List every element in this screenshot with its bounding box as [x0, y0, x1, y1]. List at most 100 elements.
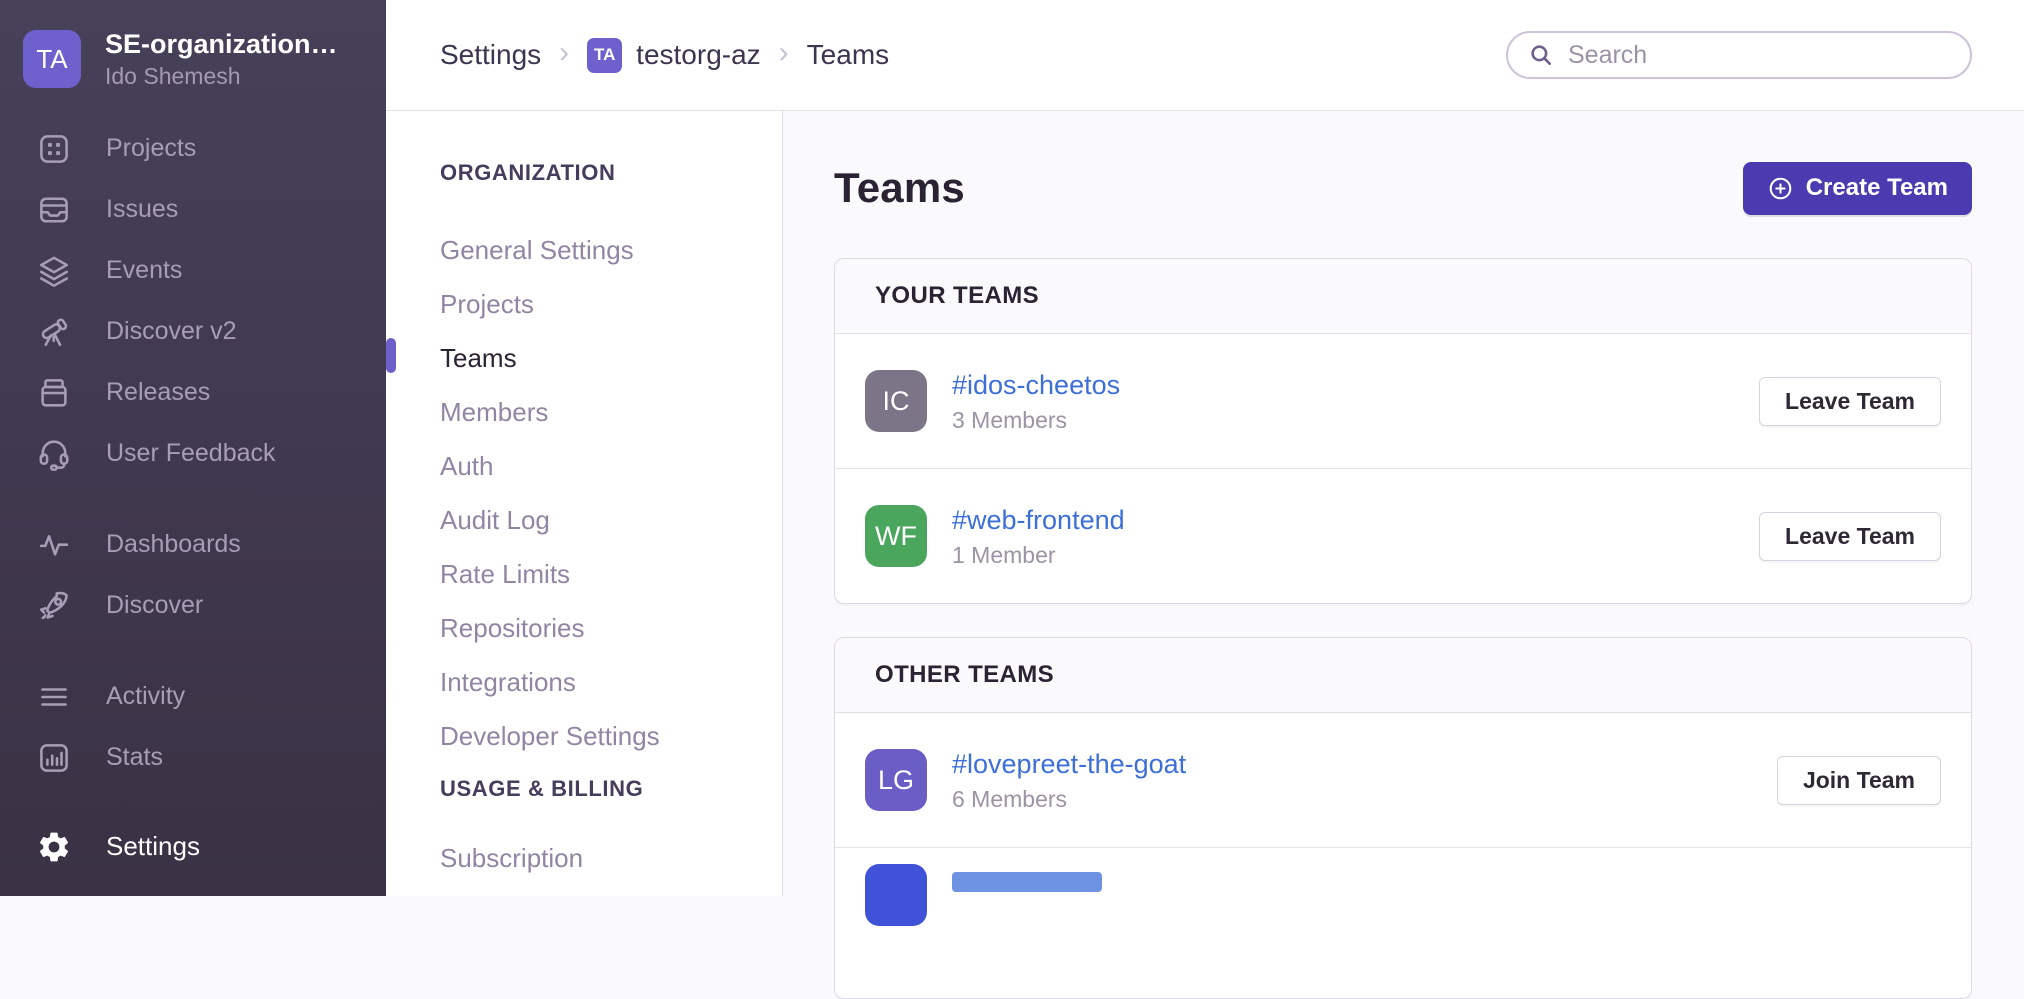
team-link[interactable]: #web-frontend — [952, 504, 1125, 536]
top-header: Settings › TA testorg-az › Teams — [386, 0, 2024, 111]
settings-nav-item-repositories[interactable]: Repositories — [440, 601, 782, 655]
settings-section: Subscription — [440, 831, 782, 885]
sidebar-item-label: Activity — [106, 682, 185, 711]
team-member-count: 1 Member — [952, 542, 1125, 569]
chevron-right-icon: › — [559, 36, 569, 70]
sidebar-item-discover[interactable]: Discover — [0, 575, 386, 636]
telescope-icon — [35, 313, 73, 351]
team-link[interactable]: #idos-cheetos — [952, 369, 1120, 401]
activity-icon — [35, 678, 73, 716]
team-panels: YOUR TEAMS IC #idos-cheetos 3 Members Le… — [834, 258, 1972, 999]
sidebar-item-label: Stats — [106, 743, 163, 772]
breadcrumb: Settings › TA testorg-az › Teams — [440, 38, 889, 73]
team-row: IC #idos-cheetos 3 Members Leave Team — [835, 334, 1971, 468]
org-switcher[interactable]: TA SE-organization… Ido Shemesh — [0, 0, 386, 90]
sidebar-item-label: Discover v2 — [106, 317, 237, 346]
team-avatar — [865, 864, 927, 926]
settings-section-header: USAGE & BILLING — [440, 771, 782, 807]
team-avatar: WF — [865, 505, 927, 567]
team-avatar: IC — [865, 370, 927, 432]
team-member-count: 6 Members — [952, 786, 1186, 813]
settings-nav-item-general-settings[interactable]: General Settings — [440, 223, 782, 277]
sidebar-nav: Projects Issues Events Discover v2 Releases U… — [0, 118, 386, 788]
chevron-right-icon: › — [779, 36, 789, 70]
settings-nav-item-projects[interactable]: Projects — [440, 277, 782, 331]
settings-nav-item-audit-log[interactable]: Audit Log — [440, 493, 782, 547]
main-content: Teams Create Team YOUR TEAMS IC #idos-ch… — [783, 111, 2024, 896]
sidebar-group: Projects Issues Events Discover v2 Releases U… — [0, 118, 386, 484]
sidebar-item-label: Issues — [106, 195, 178, 224]
sidebar-item-discover-v2[interactable]: Discover v2 — [0, 301, 386, 362]
breadcrumb-settings[interactable]: Settings — [440, 39, 541, 71]
settings-nav-item-subscription[interactable]: Subscription — [440, 831, 782, 885]
org-name: SE-organization… — [105, 28, 338, 60]
sidebar-item-label: Projects — [106, 134, 196, 163]
panel-your-teams: YOUR TEAMS IC #idos-cheetos 3 Members Le… — [834, 258, 1972, 604]
projects-icon — [35, 130, 73, 168]
title-row: Teams Create Team — [834, 158, 1972, 218]
sidebar-item-label: Events — [106, 256, 182, 285]
org-badge: TA — [587, 38, 622, 73]
user-feedback-icon — [35, 435, 73, 473]
settings-nav-item-integrations[interactable]: Integrations — [440, 655, 782, 709]
settings-nav-item-members[interactable]: Members — [440, 385, 782, 439]
sidebar-active-indicator — [386, 338, 396, 373]
sidebar-group: Dashboards Discover — [0, 514, 386, 636]
dashboards-icon — [35, 526, 73, 564]
app-root: TA SE-organization… Ido Shemesh Projects… — [0, 0, 2024, 896]
org-user-name: Ido Shemesh — [105, 62, 338, 90]
plus-circle-icon — [1767, 175, 1794, 202]
releases-icon — [35, 374, 73, 412]
sidebar-item-label: Settings — [106, 831, 200, 862]
sidebar-item-activity[interactable]: Activity — [0, 666, 386, 727]
sidebar-item-events[interactable]: Events — [0, 240, 386, 301]
settings-nav-item-developer-settings[interactable]: Developer Settings — [440, 709, 782, 763]
panel-header: OTHER TEAMS — [835, 638, 1971, 713]
sidebar-item-stats[interactable]: Stats — [0, 727, 386, 788]
sidebar-item-dashboards[interactable]: Dashboards — [0, 514, 386, 575]
settings-nav-item-teams[interactable]: Teams — [440, 331, 782, 385]
team-row: LG #lovepreet-the-goat 6 Members Join Te… — [835, 713, 1971, 847]
breadcrumb-org[interactable]: TA testorg-az — [587, 38, 761, 73]
events-icon — [35, 252, 73, 290]
sidebar-item-label: User Feedback — [106, 439, 276, 468]
stats-icon — [35, 739, 73, 777]
sidebar-item-issues[interactable]: Issues — [0, 179, 386, 240]
sidebar-group: Activity Stats — [0, 666, 386, 788]
breadcrumb-page: Teams — [807, 39, 889, 71]
leave-team-button[interactable]: Leave Team — [1759, 512, 1941, 561]
settings-nav-item-rate-limits[interactable]: Rate Limits — [440, 547, 782, 601]
settings-section: General SettingsProjectsTeamsMembersAuth… — [440, 223, 782, 763]
panel-other-teams: OTHER TEAMS LG #lovepreet-the-goat 6 Mem… — [834, 637, 1972, 999]
content-row: ORGANIZATIONGeneral SettingsProjectsTeam… — [386, 111, 2024, 896]
sidebar-item-projects[interactable]: Projects — [0, 118, 386, 179]
leave-team-button[interactable]: Leave Team — [1759, 377, 1941, 426]
breadcrumb-org-label: testorg-az — [636, 39, 761, 71]
team-link[interactable]: #lovepreet-the-goat — [952, 748, 1186, 780]
sidebar: TA SE-organization… Ido Shemesh Projects… — [0, 0, 386, 896]
sidebar-item-label: Discover — [106, 591, 203, 620]
search-box[interactable] — [1506, 31, 1972, 79]
search-input[interactable] — [1566, 40, 1950, 71]
settings-nav-item-auth[interactable]: Auth — [440, 439, 782, 493]
sidebar-item-releases[interactable]: Releases — [0, 362, 386, 423]
team-link-clipped — [952, 872, 1102, 892]
right-region: Settings › TA testorg-az › Teams ORGANIZ… — [386, 0, 2024, 896]
sidebar-item-user-feedback[interactable]: User Feedback — [0, 423, 386, 484]
issues-icon — [35, 191, 73, 229]
team-row-partial — [835, 847, 1971, 998]
create-team-button[interactable]: Create Team — [1743, 162, 1972, 215]
team-avatar: LG — [865, 749, 927, 811]
team-row: WF #web-frontend 1 Member Leave Team — [835, 468, 1971, 603]
sidebar-item-settings[interactable]: Settings — [0, 816, 386, 877]
settings-section-header: ORGANIZATION — [440, 155, 782, 191]
panel-header: YOUR TEAMS — [835, 259, 1971, 334]
settings-nav: ORGANIZATION General SettingsProjectsTeam… — [386, 111, 783, 896]
team-member-count: 3 Members — [952, 407, 1120, 434]
join-team-button[interactable]: Join Team — [1777, 756, 1941, 805]
create-team-label: Create Team — [1806, 174, 1948, 202]
page-title: Teams — [834, 164, 965, 212]
rocket-icon — [35, 587, 73, 625]
search-icon — [1528, 42, 1554, 68]
gear-icon — [35, 828, 73, 866]
